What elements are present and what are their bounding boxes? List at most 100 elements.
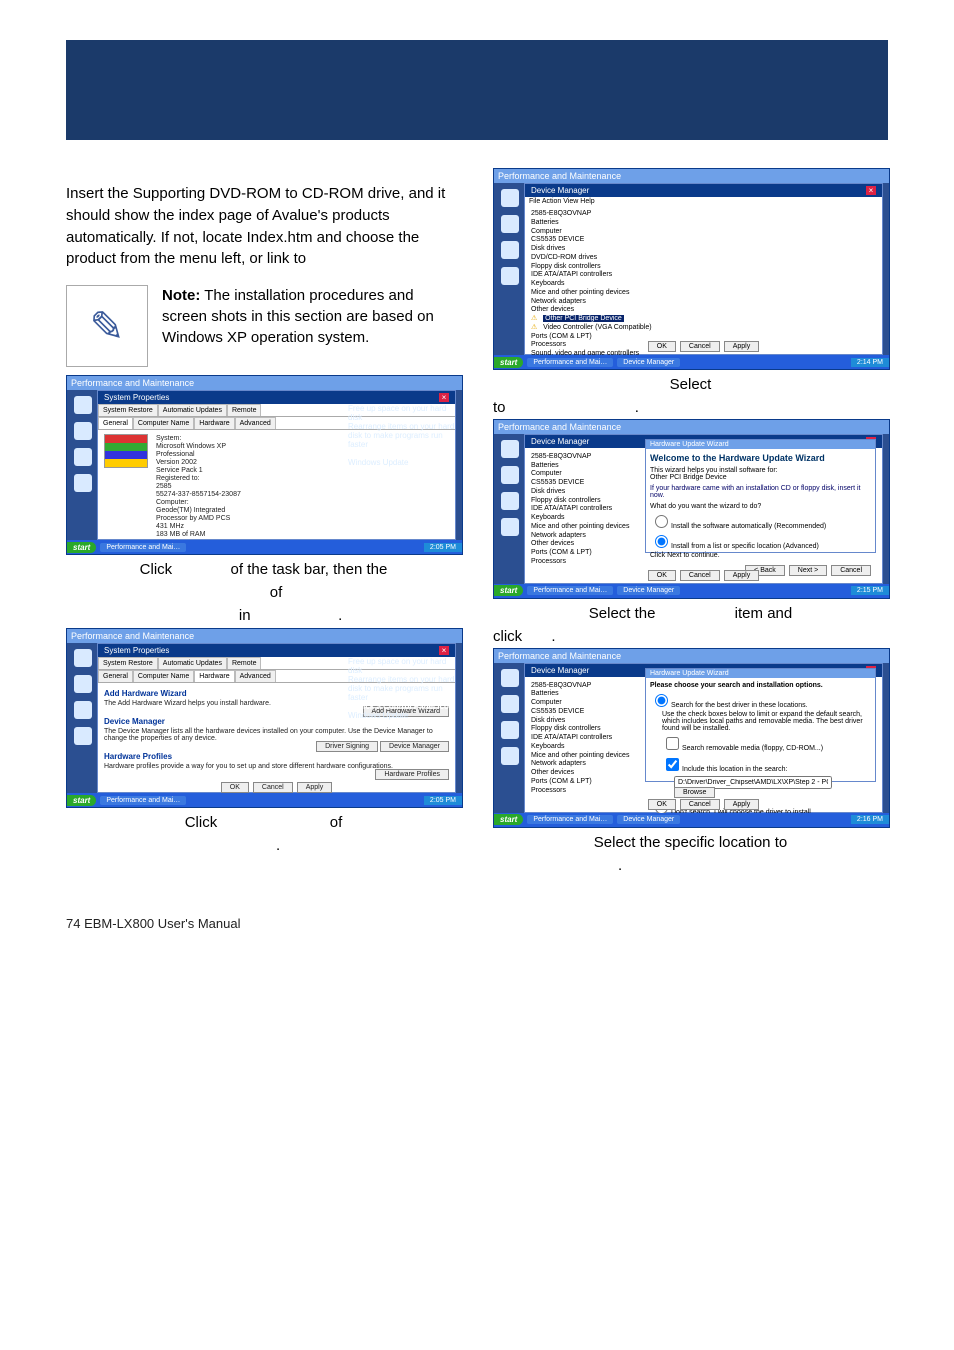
tree-item[interactable]: Other devices	[531, 540, 643, 549]
tree-root[interactable]: 2585-E8Q3OVNAP	[531, 453, 643, 462]
tab-remote[interactable]: Remote	[227, 404, 262, 416]
taskbar-item[interactable]: Device Manager	[617, 586, 680, 595]
start-button[interactable]: start	[494, 585, 523, 596]
task-link[interactable]: Rearrange items on your hard disk to mak…	[348, 675, 458, 702]
chk-removable[interactable]: Search removable media (floppy, CD-ROM..…	[662, 734, 871, 753]
tab-general[interactable]: General	[98, 670, 133, 682]
tree-item[interactable]: Computer	[531, 228, 876, 237]
menu-view[interactable]: View	[563, 198, 578, 205]
tab-computer-name[interactable]: Computer Name	[133, 670, 194, 682]
tree-item[interactable]: Video Controller (VGA Compatible)	[531, 324, 876, 333]
tree-item[interactable]: Disk drives	[531, 245, 876, 254]
tab-computer-name[interactable]: Computer Name	[133, 417, 194, 429]
tree-item[interactable]: Computer	[531, 470, 643, 479]
tree-item[interactable]: DVD/CD-ROM drives	[531, 254, 876, 263]
taskbar-item[interactable]: Device Manager	[617, 358, 680, 367]
ok-button[interactable]: OK	[221, 782, 249, 793]
tab-advanced[interactable]: Advanced	[235, 417, 276, 429]
tree-item[interactable]: Network adapters	[531, 532, 643, 541]
cancel-button[interactable]: Cancel	[680, 799, 720, 810]
tree-item[interactable]: Batteries	[531, 462, 643, 471]
taskbar-item[interactable]: Device Manager	[617, 815, 680, 824]
tab-auto-updates[interactable]: Automatic Updates	[158, 657, 227, 669]
task-link[interactable]: Windows Update	[348, 458, 458, 467]
menu-help[interactable]: Help	[580, 198, 594, 205]
tab-advanced[interactable]: Advanced	[235, 670, 276, 682]
task-link[interactable]: Windows Update	[348, 711, 458, 720]
task-link[interactable]: Free up space on your hard disk	[348, 657, 458, 675]
checkbox-include[interactable]	[666, 758, 679, 771]
selected-device[interactable]: Other PCI Bridge Device	[543, 315, 624, 322]
tree-item[interactable]: IDE ATA/ATAPI controllers	[531, 271, 876, 280]
close-icon[interactable]: ×	[866, 186, 876, 195]
close-icon[interactable]: ×	[439, 646, 449, 655]
hardware-profiles-button[interactable]: Hardware Profiles	[375, 769, 449, 780]
tree-item[interactable]: Floppy disk controllers	[531, 263, 876, 272]
tab-system-restore[interactable]: System Restore	[98, 657, 158, 669]
tree-item[interactable]: Mice and other pointing devices	[531, 523, 643, 532]
radio-search-best[interactable]	[655, 694, 668, 707]
tab-system-restore[interactable]: System Restore	[98, 404, 158, 416]
tree-item[interactable]: Mice and other pointing devices	[531, 752, 643, 761]
tree-item[interactable]: Floppy disk controllers	[531, 725, 643, 734]
apply-button[interactable]: Apply	[724, 570, 760, 581]
tree-item[interactable]: Keyboards	[531, 514, 643, 523]
tab-auto-updates[interactable]: Automatic Updates	[158, 404, 227, 416]
apply-button[interactable]: Apply	[724, 799, 760, 810]
tree-item[interactable]: Computer	[531, 699, 643, 708]
tab-general[interactable]: General	[98, 417, 133, 429]
radio-auto[interactable]	[655, 515, 668, 528]
taskbar-item[interactable]: Performance and Mai…	[100, 796, 186, 805]
tree-item[interactable]: Other devices	[531, 306, 876, 315]
tree-item[interactable]: Ports (COM & LPT)	[531, 333, 876, 342]
device-manager-button[interactable]: Device Manager	[380, 741, 449, 752]
tree-item[interactable]: Network adapters	[531, 298, 876, 307]
tree-item[interactable]: Ports (COM & LPT)	[531, 549, 643, 558]
tree-item[interactable]: IDE ATA/ATAPI controllers	[531, 505, 643, 514]
tree-item[interactable]: Disk drives	[531, 717, 643, 726]
task-link[interactable]: Rearrange items on your hard disk to mak…	[348, 422, 458, 449]
tree-item[interactable]: Other devices	[531, 769, 643, 778]
tab-hardware[interactable]: Hardware	[194, 417, 234, 429]
tree-item[interactable]: Keyboards	[531, 743, 643, 752]
wizard-opt-auto[interactable]: Install the software automatically (Reco…	[650, 512, 871, 530]
tree-root[interactable]: 2585-E8Q3OVNAP	[531, 210, 876, 219]
tree-root[interactable]: 2585-E8Q3OVNAP	[531, 682, 643, 691]
tab-hardware[interactable]: Hardware	[194, 670, 234, 682]
tree-item[interactable]: Network adapters	[531, 760, 643, 769]
taskbar-item[interactable]: Performance and Mai…	[527, 358, 613, 367]
apply-button[interactable]: Apply	[297, 782, 333, 793]
start-button[interactable]: start	[494, 357, 523, 368]
tree-item[interactable]: Batteries	[531, 690, 643, 699]
cancel-button[interactable]: Cancel	[253, 782, 293, 793]
ok-button[interactable]: OK	[648, 570, 676, 581]
taskbar-item[interactable]: Performance and Mai…	[100, 543, 186, 552]
menu-action[interactable]: Action	[542, 198, 561, 205]
chk-include-location[interactable]: Include this location in the search:	[662, 755, 871, 774]
tree-item[interactable]: CS5535 DEVICE	[531, 708, 643, 717]
tree-item[interactable]: Ports (COM & LPT)	[531, 778, 643, 787]
opt-search-best[interactable]: Search for the best driver in these loca…	[650, 691, 871, 709]
apply-button[interactable]: Apply	[724, 341, 760, 352]
radio-advanced[interactable]	[655, 535, 668, 548]
tree-item[interactable]: Processors	[531, 787, 643, 792]
tree-item-selected[interactable]: Other PCI Bridge Device	[531, 315, 876, 324]
ok-button[interactable]: OK	[648, 799, 676, 810]
cancel-button[interactable]: Cancel	[680, 570, 720, 581]
wizard-opt-advanced[interactable]: Install from a list or specific location…	[650, 532, 871, 550]
start-button[interactable]: start	[67, 542, 96, 553]
browse-button[interactable]: Browse	[674, 787, 715, 798]
tree-item[interactable]: Floppy disk controllers	[531, 497, 643, 506]
tab-remote[interactable]: Remote	[227, 657, 262, 669]
checkbox-removable[interactable]	[666, 737, 679, 750]
tree-item[interactable]: Processors	[531, 558, 643, 563]
tree-item[interactable]: CS5535 DEVICE	[531, 479, 643, 488]
tree-item[interactable]: Batteries	[531, 219, 876, 228]
cancel-button[interactable]: Cancel	[680, 341, 720, 352]
ok-button[interactable]: OK	[648, 341, 676, 352]
tree-item[interactable]: Keyboards	[531, 280, 876, 289]
task-link[interactable]: Free up space on your hard disk	[348, 404, 458, 422]
tree-item[interactable]: Disk drives	[531, 488, 643, 497]
close-icon[interactable]: ×	[439, 393, 449, 402]
driver-signing-button[interactable]: Driver Signing	[316, 741, 378, 752]
